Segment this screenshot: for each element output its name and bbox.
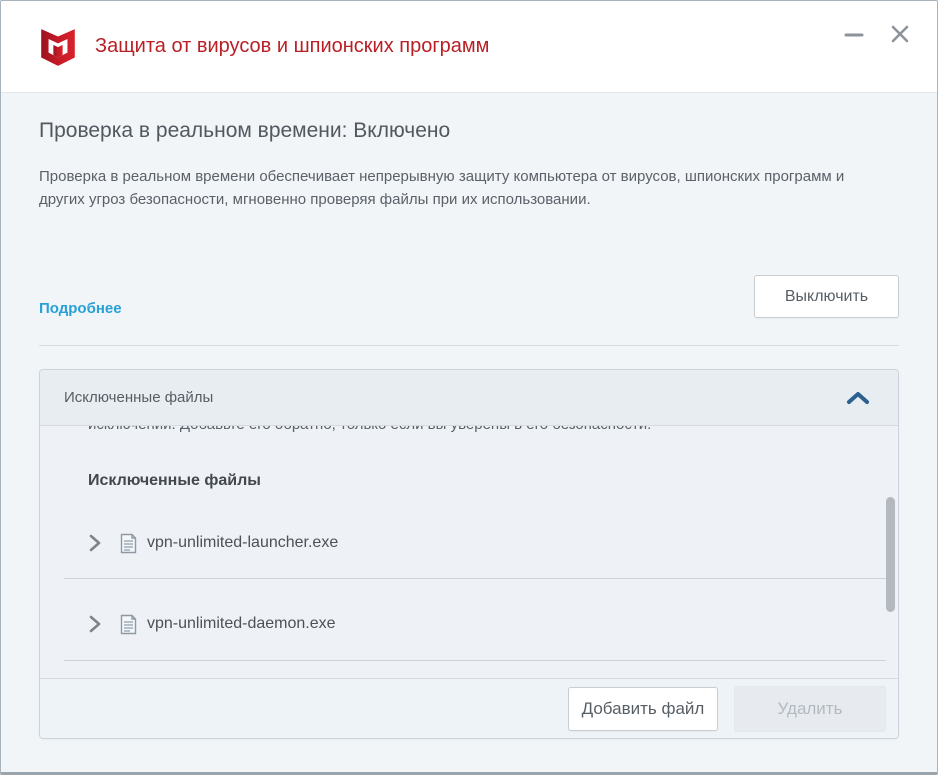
turn-off-button[interactable]: Выключить	[754, 275, 899, 318]
excluded-files-list-heading: Исключенные файлы	[88, 472, 261, 490]
excluded-files-panel: Исключенные файлы исключений. Добавьте е…	[39, 369, 899, 739]
excluded-files-scroll-area[interactable]: исключений. Добавьте его обратно, только…	[40, 426, 898, 678]
scrollbar-thumb[interactable]	[886, 497, 895, 612]
file-name: vpn-unlimited-daemon.exe	[147, 615, 336, 633]
window-controls	[839, 19, 915, 49]
close-icon	[888, 22, 912, 46]
titlebar: Защита от вирусов и шпионских программ	[1, 1, 937, 93]
add-file-button[interactable]: Добавить файл	[568, 687, 718, 731]
chevron-right-icon[interactable]	[88, 615, 102, 633]
clipped-description-text: исключений. Добавьте его обратно, только…	[88, 426, 834, 436]
delete-button[interactable]: Удалить	[734, 686, 886, 732]
row-divider	[64, 578, 886, 579]
minimize-icon	[842, 22, 866, 46]
close-button[interactable]	[885, 19, 915, 49]
section-divider	[39, 345, 899, 346]
file-icon	[120, 533, 137, 554]
mcafee-logo-icon	[37, 26, 79, 68]
chevron-up-icon	[846, 390, 870, 406]
details-link[interactable]: Подробнее	[39, 300, 122, 317]
page-description: Проверка в реальном времени обеспечивает…	[39, 165, 891, 211]
excluded-files-accordion-header[interactable]: Исключенные файлы	[40, 370, 898, 426]
page-title: Проверка в реальном времени: Включено	[39, 119, 450, 143]
chevron-right-icon[interactable]	[88, 534, 102, 552]
window-title: Защита от вирусов и шпионских программ	[95, 35, 489, 58]
excluded-files-footer: Добавить файл Удалить	[40, 678, 898, 738]
row-divider	[64, 660, 886, 661]
file-icon	[120, 614, 137, 635]
file-name: vpn-unlimited-launcher.exe	[147, 534, 338, 552]
file-row[interactable]: vpn-unlimited-launcher.exe	[88, 518, 834, 568]
mcafee-window: Защита от вирусов и шпионских программ П…	[0, 0, 938, 775]
accordion-header-label: Исключенные файлы	[64, 389, 213, 406]
minimize-button[interactable]	[839, 19, 869, 49]
file-row[interactable]: vpn-unlimited-daemon.exe	[88, 599, 834, 649]
